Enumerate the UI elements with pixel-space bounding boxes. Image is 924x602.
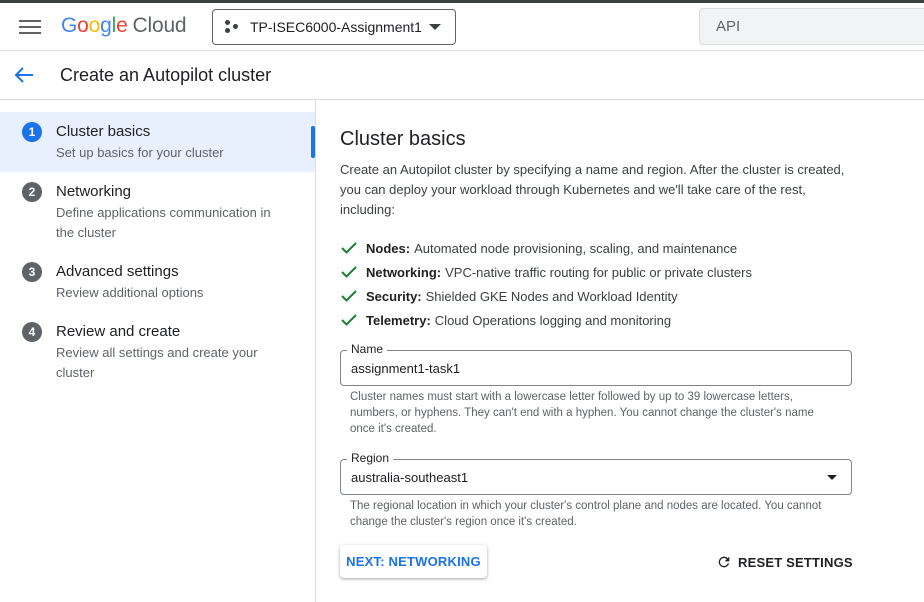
chevron-down-icon: [827, 475, 837, 480]
step-description: Define applications communication in the…: [56, 205, 271, 240]
step-networking[interactable]: 2 Networking Define applications communi…: [0, 172, 315, 252]
step-description: Set up basics for your cluster: [56, 145, 224, 160]
field-value: assignment1-task1: [351, 361, 461, 376]
back-arrow-icon[interactable]: [14, 66, 34, 84]
feature-text: Shielded GKE Nodes and Workload Identity: [425, 288, 678, 304]
step-advanced-settings[interactable]: 3 Advanced settings Review additional op…: [0, 252, 315, 312]
refresh-icon: [718, 556, 730, 568]
feature-item: Networking: VPC-native traffic routing f…: [340, 260, 900, 284]
check-icon: [341, 290, 357, 302]
step-review-and-create[interactable]: 4 Review and create Review all settings …: [0, 312, 315, 392]
feature-label: Nodes:: [366, 240, 411, 256]
feature-label: Telemetry:: [366, 312, 431, 328]
feature-item: Security: Shielded GKE Nodes and Workloa…: [340, 284, 900, 308]
step-number: 3: [22, 262, 42, 282]
intro-text: Create an Autopilot cluster by specifyin…: [340, 162, 845, 217]
region-select[interactable]: Region australia-southeast1: [340, 451, 852, 495]
project-picker[interactable]: TP-ISEC6000-Assignment1: [212, 9, 456, 45]
step-title: Networking: [56, 183, 132, 200]
section-heading: Cluster basics: [340, 128, 466, 150]
page-title: Create an Autopilot cluster: [60, 65, 272, 85]
step-title: Cluster basics: [56, 123, 151, 140]
stepper: 1 Cluster basics Set up basics for your …: [0, 100, 316, 602]
next-networking-button[interactable]: NEXT: NETWORKING: [340, 545, 487, 578]
step-title: Advanced settings: [56, 263, 179, 280]
step-number: 1: [22, 122, 42, 142]
chevron-down-icon: [429, 24, 441, 30]
step-title: Review and create: [56, 323, 181, 340]
project-icon: [225, 20, 239, 34]
name-help-text: Cluster names must start with a lowercas…: [350, 391, 814, 435]
feature-text: VPC-native traffic routing for public or…: [445, 264, 752, 280]
step-number: 2: [22, 182, 42, 202]
field-label: Name: [347, 342, 388, 356]
cluster-name-field[interactable]: Name assignment1-task1: [340, 342, 852, 386]
step-description: Review all settings and create your clus…: [56, 345, 258, 380]
reset-label: RESET SETTINGS: [738, 554, 853, 570]
field-value: australia-southeast1: [351, 470, 469, 485]
top-bar: Google Cloud TP-ISEC6000-Assignment1 API: [0, 3, 924, 51]
step-description: Review additional options: [56, 285, 204, 300]
check-icon: [341, 314, 357, 326]
page-header: Create an Autopilot cluster: [0, 51, 924, 100]
search-text: API: [716, 18, 741, 35]
feature-text: Cloud Operations logging and monitoring: [434, 312, 672, 328]
check-icon: [341, 266, 357, 278]
region-help-text: The regional location in which your clus…: [350, 500, 822, 528]
google-cloud-logo[interactable]: Google Cloud: [61, 14, 187, 38]
step-cluster-basics[interactable]: 1 Cluster basics Set up basics for your …: [0, 112, 315, 172]
reset-settings-button[interactable]: RESET SETTINGS: [716, 550, 853, 574]
check-icon: [341, 242, 357, 254]
active-step-indicator: [311, 126, 315, 158]
feature-label: Security:: [366, 288, 422, 304]
feature-label: Networking:: [366, 264, 442, 280]
feature-list: Nodes: Automated node provisioning, scal…: [340, 236, 900, 332]
main-menu-icon[interactable]: [19, 17, 41, 37]
project-name: TP-ISEC6000-Assignment1: [250, 19, 422, 35]
feature-item: Nodes: Automated node provisioning, scal…: [340, 236, 900, 260]
field-label: Region: [347, 451, 394, 465]
feature-text: Automated node provisioning, scaling, an…: [414, 240, 738, 256]
feature-item: Telemetry: Cloud Operations logging and …: [340, 308, 900, 332]
step-number: 4: [22, 322, 42, 342]
search-input[interactable]: API: [699, 8, 924, 45]
